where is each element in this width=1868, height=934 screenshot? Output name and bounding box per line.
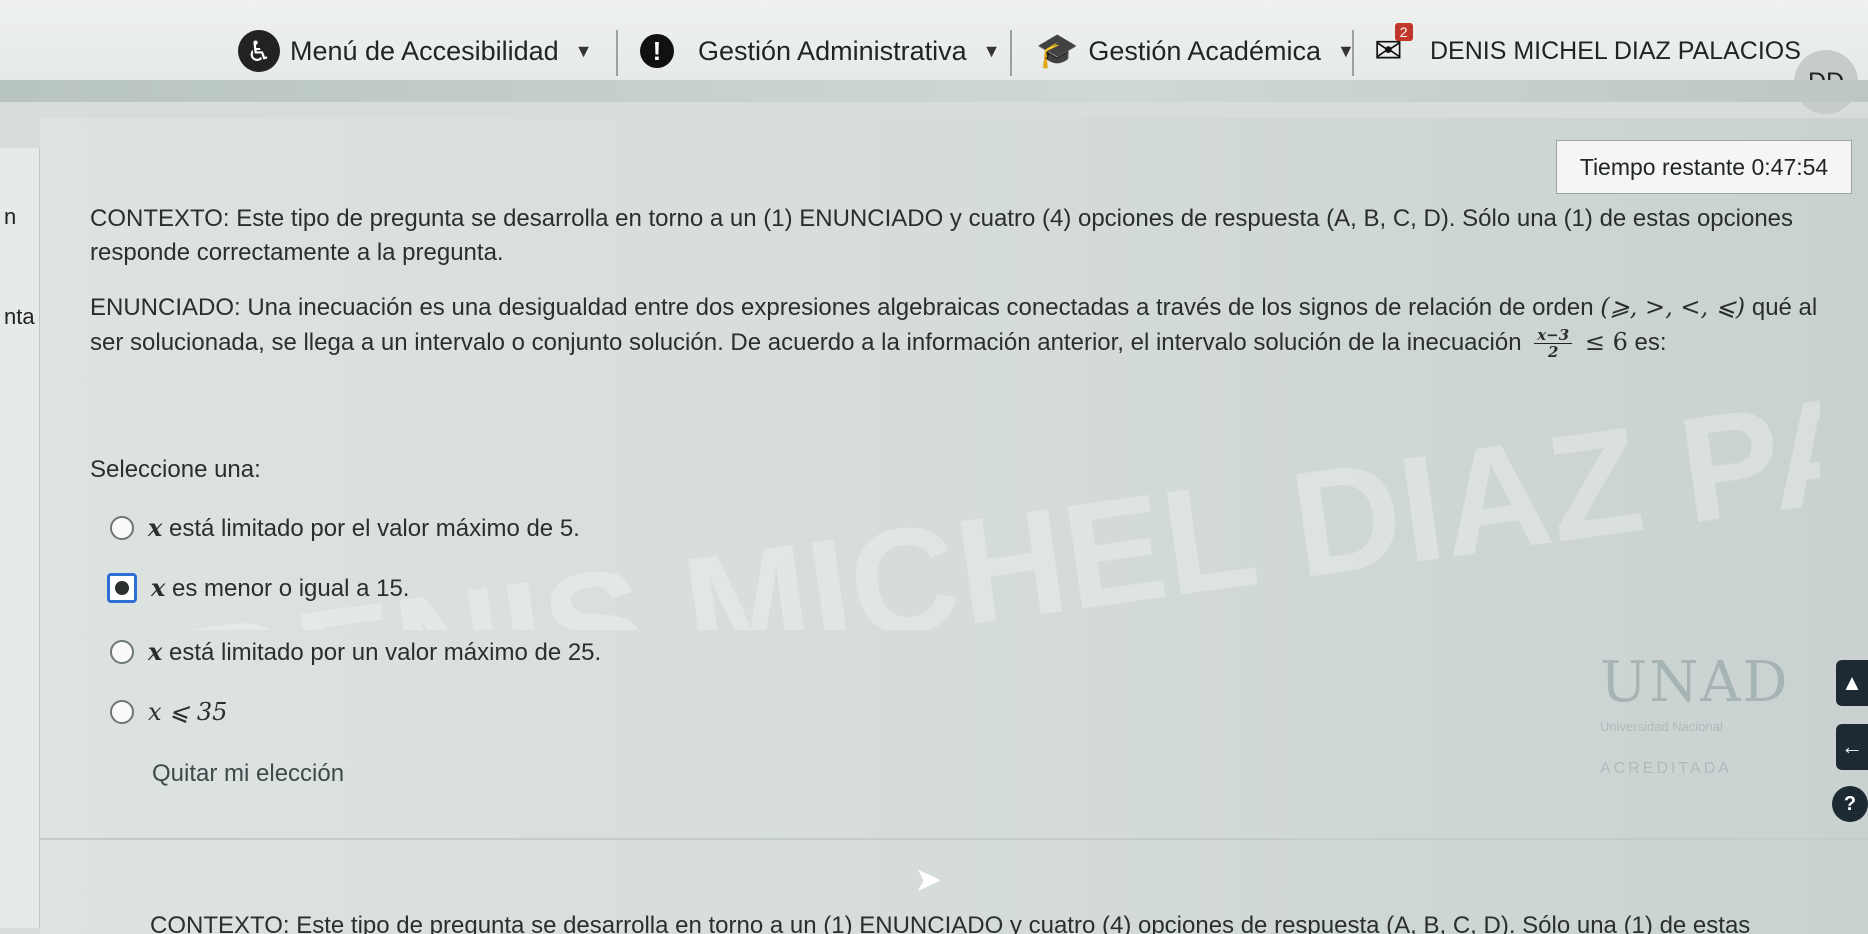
statement-end: es:	[1634, 329, 1667, 356]
question-divider	[40, 838, 1868, 840]
panel-text-fragment: nta	[4, 304, 35, 329]
help-icon: ?	[1843, 792, 1857, 815]
statement-part-1: ENUNCIADO: Una inecuación es una desigua…	[90, 294, 1594, 321]
inequality-rhs: ≤ 6	[1584, 328, 1628, 356]
option-text: x ⩽ 35	[148, 698, 228, 726]
messages-button[interactable]: ✉ 2	[1374, 23, 1413, 78]
admin-menu-label: Gestión Administrativa	[698, 35, 967, 66]
option-text: está limitado por un valor máximo de 25.	[168, 639, 602, 666]
nav-divider	[1352, 30, 1354, 76]
radio-button-selected[interactable]	[107, 573, 137, 603]
nav-divider	[616, 30, 618, 76]
answer-option-c[interactable]: x está limitado por un valor máximo de 2…	[110, 634, 601, 670]
chevron-down-icon: ▼	[982, 40, 1001, 61]
logo-accredited: ACREDITADA	[1600, 760, 1732, 777]
home-up-icon: ▲	[1841, 670, 1863, 695]
message-icon: ✉ 2	[1374, 23, 1413, 71]
answer-option-b[interactable]: x es menor o igual a 15.	[107, 570, 410, 606]
statement-part-3: la inecuación	[1381, 329, 1522, 356]
logo-subtitle: Universidad Nacional	[1600, 719, 1723, 734]
user-menu[interactable]: DENIS MICHEL DIAZ PALACIOS	[1430, 24, 1801, 78]
answer-option-d[interactable]: x ⩽ 35	[110, 694, 227, 730]
messages-badge: 2	[1394, 23, 1413, 41]
answer-option-a[interactable]: x está limitado por el valor máximo de 5…	[110, 510, 580, 546]
timer-value: 0:47:54	[1751, 153, 1829, 180]
relation-symbols: (⩾, >, <, ⩽)	[1600, 293, 1746, 321]
option-text: está limitado por el valor máximo de 5.	[168, 515, 580, 542]
radio-button[interactable]	[110, 516, 134, 540]
accessibility-menu[interactable]: ♿ Menú de Accesibilidad ▼	[238, 24, 593, 78]
accessibility-menu-label: Menú de Accesibilidad	[290, 35, 559, 66]
accessibility-icon: ♿	[238, 30, 280, 72]
option-text: es menor o igual a 15.	[171, 575, 410, 602]
inequality-fraction: x−3 2	[1534, 327, 1573, 362]
clear-choice-link[interactable]: Quitar mi elección	[152, 760, 344, 788]
academic-menu-label: Gestión Académica	[1088, 35, 1321, 66]
mouse-cursor-icon: ➤	[914, 861, 943, 899]
radio-button[interactable]	[110, 700, 134, 724]
next-question-context: CONTEXTO: Este tipo de pregunta se desar…	[150, 912, 1751, 934]
back-button[interactable]: ←	[1836, 724, 1868, 770]
time-remaining: Tiempo restante 0:47:54	[1556, 140, 1852, 194]
question-context: CONTEXTO: Este tipo de pregunta se desar…	[90, 205, 1794, 266]
academic-menu[interactable]: 🎓 Gestión Académica ▼	[1036, 24, 1355, 78]
scroll-up-button[interactable]: ▲	[1836, 660, 1868, 706]
graduation-cap-icon: 🎓	[1036, 32, 1079, 70]
nav-divider	[1010, 30, 1012, 76]
fraction-numerator: x−3	[1534, 327, 1573, 345]
timer-label: Tiempo restante	[1579, 153, 1746, 180]
user-name: DENIS MICHEL DIAZ PALACIOS	[1430, 36, 1801, 65]
admin-menu[interactable]: ! Gestión Administrativa ▼	[640, 24, 1000, 78]
unad-logo: UNAD Universidad Nacional ACREDITADA	[1600, 650, 1800, 810]
logo-name: UNAD	[1600, 650, 1790, 715]
option-variable: x	[151, 573, 166, 602]
option-variable: x	[148, 513, 163, 542]
option-variable: x	[148, 637, 163, 666]
panel-text-fragment: n	[4, 204, 17, 229]
alert-icon: !	[640, 34, 674, 68]
radio-button[interactable]	[110, 640, 134, 664]
question-info-panel: n nta	[0, 148, 40, 928]
header-band	[0, 80, 1868, 102]
chevron-down-icon: ▼	[574, 40, 593, 61]
arrow-left-icon: ←	[1841, 734, 1863, 759]
select-prompt: Seleccione una:	[90, 456, 261, 483]
fraction-denominator: 2	[1547, 343, 1559, 362]
help-button[interactable]: ?	[1832, 786, 1868, 822]
question-statement: ENUNCIADO: Una inecuación es una desigua…	[90, 290, 1820, 360]
